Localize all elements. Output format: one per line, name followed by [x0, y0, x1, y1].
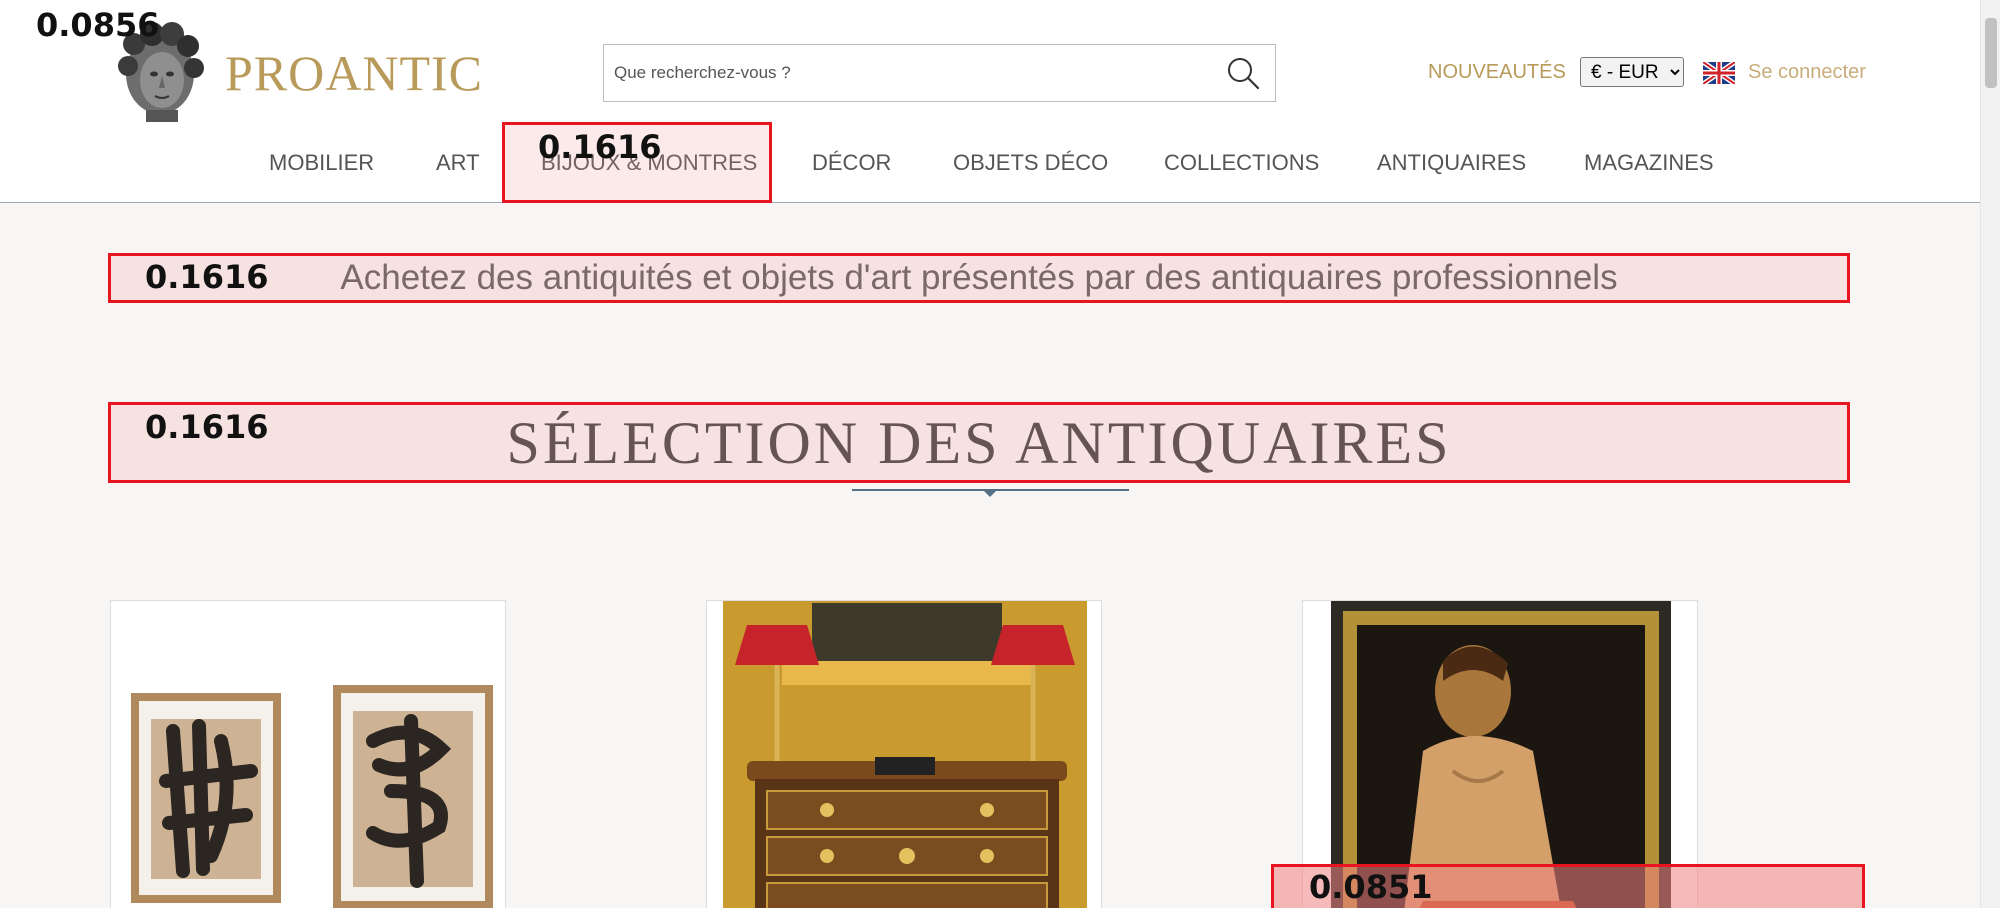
scrollbar-thumb[interactable] [1985, 18, 1997, 88]
nav-item-antiquaires[interactable]: ANTIQUAIRES [1377, 150, 1526, 176]
currency-select[interactable]: € - EUR [1580, 57, 1684, 87]
nav-item-decor[interactable]: DÉCOR [812, 150, 891, 176]
nav-item-objets-deco[interactable]: OBJETS DÉCO [953, 150, 1108, 176]
page-scrollbar[interactable] [1980, 0, 2000, 908]
overlay-score-label: 0.0856 [36, 6, 160, 44]
product-card-commode[interactable] [706, 600, 1102, 908]
search-input[interactable] [614, 45, 1194, 101]
nav-item-mobilier[interactable]: MOBILIER [269, 150, 374, 176]
site-header: PROANTIC NOUVEAUTÉS € - EUR Se connecter… [0, 0, 1980, 203]
logo-text[interactable]: PROANTIC [225, 44, 483, 102]
overlay-box-title: 0.1616 [108, 402, 1850, 483]
uk-flag-icon[interactable] [1701, 59, 1737, 87]
nav-item-magazines[interactable]: MAGAZINES [1584, 150, 1714, 176]
login-link[interactable]: Se connecter [1748, 61, 1866, 84]
painting-image [1303, 601, 1697, 908]
main-nav: MOBILIER ART BIJOUX & MONTRES DÉCOR OBJE… [0, 140, 1980, 186]
overlay-score-label: 0.1616 [145, 408, 269, 446]
nav-item-art[interactable]: ART [436, 150, 480, 176]
nouveautes-link[interactable]: NOUVEAUTÉS [1428, 61, 1566, 84]
product-card-abstract-prints[interactable] [110, 600, 506, 908]
overlay-box-card: 0.0851 [1271, 864, 1865, 908]
overlay-box-nav: 0.1616 [502, 122, 772, 203]
overlay-box-tagline: 0.1616 [108, 253, 1850, 303]
overlay-score-label: 0.1616 [145, 258, 269, 296]
search-box [603, 44, 1276, 102]
title-divider-arrow-icon [983, 490, 997, 497]
product-card-painting[interactable] [1302, 600, 1698, 908]
abstract-prints-image [111, 601, 505, 908]
overlay-score-label: 0.1616 [538, 128, 662, 166]
commode-image [707, 601, 1101, 908]
nav-item-collections[interactable]: COLLECTIONS [1164, 150, 1319, 176]
overlay-score-label: 0.0851 [1309, 868, 1433, 906]
search-icon[interactable] [1225, 55, 1261, 91]
